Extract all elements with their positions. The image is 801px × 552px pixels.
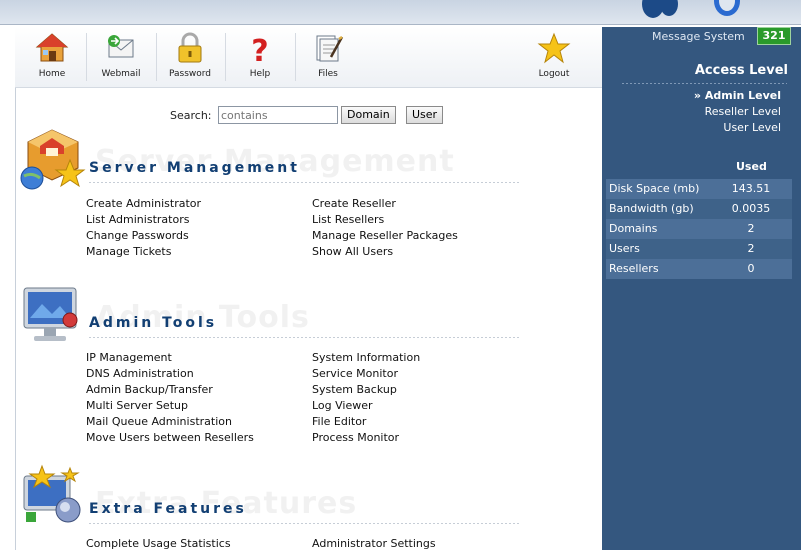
message-system-link[interactable]: Message System	[652, 30, 745, 43]
link-list-administrators[interactable]: List Administrators	[86, 212, 201, 228]
link-mail-queue-administration[interactable]: Mail Queue Administration	[86, 414, 254, 430]
link-create-reseller[interactable]: Create Reseller	[312, 196, 458, 212]
link-system-backup[interactable]: System Backup	[312, 382, 420, 398]
server-management-section: Server Management Server Management Crea…	[15, 128, 602, 268]
toolbar-files[interactable]: Files	[292, 31, 364, 79]
link-service-monitor[interactable]: Service Monitor	[312, 366, 420, 382]
link-file-editor[interactable]: File Editor	[312, 414, 420, 430]
stat-value: 0	[747, 262, 755, 275]
server-links-left: Create Administrator List Administrators…	[86, 196, 201, 260]
toolbar-files-label: Files	[318, 69, 338, 79]
files-icon	[311, 31, 345, 65]
toolbar-webmail[interactable]: Webmail	[85, 31, 157, 79]
admin-tools-icon	[18, 284, 84, 349]
link-change-passwords[interactable]: Change Passwords	[86, 228, 201, 244]
section-title: Admin Tools	[89, 315, 218, 331]
level-reseller[interactable]: Reseller Level	[705, 105, 781, 118]
access-divider	[622, 83, 787, 84]
top-banner	[0, 0, 801, 25]
star-icon	[537, 31, 571, 65]
toolbar-home[interactable]: Home	[16, 31, 88, 79]
link-list-resellers[interactable]: List Resellers	[312, 212, 458, 228]
section-divider	[89, 523, 519, 524]
padlock-icon	[173, 31, 207, 65]
link-show-all-users[interactable]: Show All Users	[312, 244, 458, 260]
server-links-right: Create Reseller List Resellers Manage Re…	[312, 196, 458, 260]
stat-value: 2	[747, 242, 755, 255]
stat-row-domains: Domains 2	[606, 219, 792, 239]
toolbar-password[interactable]: Password	[154, 31, 226, 79]
admin-links-right: System Information Service Monitor Syste…	[312, 350, 420, 446]
logo	[642, 0, 742, 20]
link-process-monitor[interactable]: Process Monitor	[312, 430, 420, 446]
stat-label: Users	[609, 242, 640, 255]
toolbar: Home Webmail Password ? Help Files Logou…	[15, 27, 602, 88]
server-management-icon	[18, 128, 88, 197]
link-create-administrator[interactable]: Create Administrator	[86, 196, 201, 212]
level-user[interactable]: User Level	[723, 121, 781, 134]
link-manage-reseller-packages[interactable]: Manage Reseller Packages	[312, 228, 458, 244]
search-label: Search:	[170, 109, 212, 122]
svg-text:?: ?	[251, 34, 268, 65]
link-ip-management[interactable]: IP Management	[86, 350, 254, 366]
stat-label: Bandwidth (gb)	[609, 202, 694, 215]
home-icon	[35, 31, 69, 65]
used-header: Used	[736, 160, 767, 173]
sidebar: Message System 321 Access Level » Admin …	[602, 27, 801, 550]
stat-row-users: Users 2	[606, 239, 792, 259]
webmail-icon	[104, 31, 138, 65]
toolbar-logout-label: Logout	[538, 69, 570, 79]
link-move-users-between-resellers[interactable]: Move Users between Resellers	[86, 430, 254, 446]
level-admin[interactable]: » Admin Level	[694, 89, 781, 102]
stat-value: 143.51	[731, 182, 771, 195]
usage-stats-table: Disk Space (mb) 143.51 Bandwidth (gb) 0.…	[606, 179, 792, 279]
link-admin-backup-transfer[interactable]: Admin Backup/Transfer	[86, 382, 254, 398]
link-manage-tickets[interactable]: Manage Tickets	[86, 244, 201, 260]
link-log-viewer[interactable]: Log Viewer	[312, 398, 420, 414]
stat-value: 2	[747, 222, 755, 235]
stat-label: Domains	[609, 222, 658, 235]
toolbar-webmail-label: Webmail	[101, 69, 141, 79]
stat-row-bandwidth: Bandwidth (gb) 0.0035	[606, 199, 792, 219]
stat-row-resellers: Resellers 0	[606, 259, 792, 279]
toolbar-help-label: Help	[249, 69, 271, 79]
extra-features-icon	[18, 464, 86, 533]
link-dns-administration[interactable]: DNS Administration	[86, 366, 254, 382]
link-multi-server-setup[interactable]: Multi Server Setup	[86, 398, 254, 414]
admin-links-left: IP Management DNS Administration Admin B…	[86, 350, 254, 446]
stat-label: Resellers	[609, 262, 659, 275]
section-title: Server Management	[89, 160, 300, 176]
domain-button[interactable]: Domain	[341, 106, 396, 124]
stat-value: 0.0035	[731, 202, 771, 215]
stat-label: Disk Space (mb)	[609, 182, 700, 195]
message-count-badge[interactable]: 321	[757, 27, 791, 45]
question-icon: ?	[243, 31, 277, 69]
toolbar-logout[interactable]: Logout	[518, 31, 590, 79]
link-system-information[interactable]: System Information	[312, 350, 420, 366]
section-divider	[89, 337, 519, 338]
admin-tools-section: Admin Tools Admin Tools IP Management DN…	[15, 282, 602, 452]
extra-features-section: Extra Features Extra Features Complete U…	[15, 462, 602, 550]
search-input[interactable]	[218, 106, 338, 124]
stat-row-disk-space: Disk Space (mb) 143.51	[606, 179, 792, 199]
toolbar-help[interactable]: ? Help	[224, 31, 296, 79]
section-divider	[89, 182, 519, 183]
toolbar-password-label: Password	[168, 69, 212, 79]
user-button[interactable]: User	[406, 106, 444, 124]
section-title: Extra Features	[89, 501, 247, 517]
toolbar-home-label: Home	[38, 69, 66, 79]
access-level-title: Access Level	[694, 63, 788, 78]
